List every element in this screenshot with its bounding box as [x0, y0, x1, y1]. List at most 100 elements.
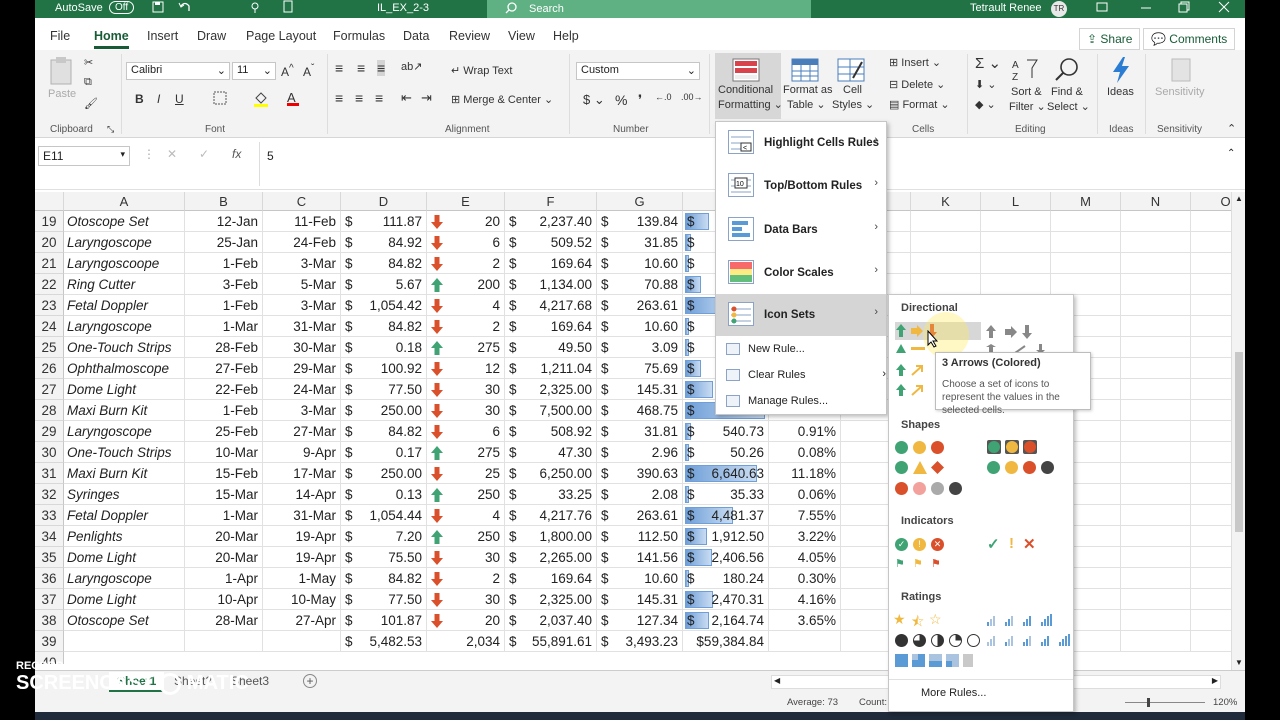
- cell-tax[interactable]: $127.34: [597, 610, 683, 631]
- row-header[interactable]: 26: [35, 358, 64, 379]
- user-name[interactable]: Tetrault Renee: [970, 2, 1042, 14]
- cell-item-name[interactable]: Laryngoscope: [64, 316, 185, 337]
- cell-tax[interactable]: $263.61: [597, 295, 683, 316]
- cell-due-date[interactable]: 24-Feb: [263, 232, 341, 253]
- cell-percent[interactable]: 7.55%: [769, 505, 841, 526]
- cell-tax[interactable]: $2.96: [597, 442, 683, 463]
- cell-item-name[interactable]: Dome Light: [64, 547, 185, 568]
- cell-empty[interactable]: [1121, 295, 1191, 316]
- cell-percent[interactable]: 4.16%: [769, 589, 841, 610]
- cell-due-date[interactable]: 29-Mar: [263, 358, 341, 379]
- cell-tax[interactable]: $31.81: [597, 421, 683, 442]
- cell-percent[interactable]: 11.18%: [769, 463, 841, 484]
- clear-icon[interactable]: ◆ ⌄: [975, 98, 996, 111]
- autosave-toggle[interactable]: Off: [109, 1, 135, 14]
- cell-empty[interactable]: [1121, 631, 1191, 652]
- tab-file[interactable]: File: [50, 29, 70, 43]
- undo-icon[interactable]: [178, 0, 192, 17]
- cell-empty[interactable]: [1051, 253, 1121, 274]
- increase-decimal-icon[interactable]: ←.0: [655, 92, 672, 102]
- row-header[interactable]: 28: [35, 400, 64, 421]
- close-icon[interactable]: [1217, 0, 1231, 17]
- delete-cells-button[interactable]: ⊟ Delete ⌄: [889, 78, 945, 91]
- cell-order-date[interactable]: 1-Mar: [185, 505, 263, 526]
- cell-total-tax[interactable]: $3,493.23: [597, 631, 683, 652]
- cell-empty[interactable]: [1191, 421, 1231, 442]
- cell-order-date[interactable]: 1-Feb: [185, 400, 263, 421]
- autosum-icon[interactable]: Σ ⌄: [975, 54, 1001, 72]
- italic-button[interactable]: I: [157, 92, 160, 106]
- column-header-g[interactable]: G: [597, 192, 683, 211]
- cell-tax[interactable]: $10.60: [597, 253, 683, 274]
- cell-empty[interactable]: [1121, 484, 1191, 505]
- cell-item-name[interactable]: Fetal Doppler: [64, 505, 185, 526]
- cell-empty[interactable]: [1191, 337, 1231, 358]
- name-box[interactable]: E11 ▾: [38, 146, 130, 166]
- cell-order-date[interactable]: 20-Mar: [185, 547, 263, 568]
- select-all-corner[interactable]: [35, 192, 64, 211]
- cell-unit-price[interactable]: $100.92: [341, 358, 427, 379]
- cell-empty[interactable]: [1191, 526, 1231, 547]
- cell-subtotal[interactable]: $1,800.00: [505, 526, 597, 547]
- menu-top-bottom-rules[interactable]: 10 Top/Bottom Rules ›: [716, 165, 886, 207]
- underline-button[interactable]: U: [175, 92, 184, 106]
- cell-empty[interactable]: [1191, 253, 1231, 274]
- expand-formula-icon[interactable]: ⌃: [1227, 148, 1235, 159]
- zoom-slider-thumb[interactable]: [1147, 698, 1150, 707]
- cell-empty[interactable]: [1121, 232, 1191, 253]
- cell-subtotal[interactable]: $508.92: [505, 421, 597, 442]
- cell-due-date[interactable]: 19-Apr: [263, 547, 341, 568]
- cell-empty[interactable]: [1121, 442, 1191, 463]
- cell-due-date[interactable]: 31-Mar: [263, 505, 341, 526]
- cell-tax[interactable]: $468.75: [597, 400, 683, 421]
- cell-subtotal[interactable]: $1,211.04: [505, 358, 597, 379]
- cell-quantity[interactable]: 275: [427, 442, 505, 463]
- ribbon-display-icon[interactable]: [1095, 0, 1109, 17]
- row-header[interactable]: 37: [35, 589, 64, 610]
- cell-due-date[interactable]: 27-Apr: [263, 610, 341, 631]
- touch-mode-icon[interactable]: [248, 0, 262, 17]
- cell-tax[interactable]: $31.85: [597, 232, 683, 253]
- cell-item-name[interactable]: Dome Light: [64, 589, 185, 610]
- ideas-icon[interactable]: [1109, 56, 1133, 87]
- row-header[interactable]: 23: [35, 295, 64, 316]
- cell-item-name[interactable]: Laryngoscope: [64, 232, 185, 253]
- column-header-c[interactable]: C: [263, 192, 341, 211]
- cell-unit-price[interactable]: $0.13: [341, 484, 427, 505]
- minimize-icon[interactable]: [1139, 0, 1153, 17]
- comments-button[interactable]: 💬 Comments: [1143, 28, 1236, 50]
- cell-empty[interactable]: [1191, 442, 1231, 463]
- cell-empty[interactable]: [1191, 505, 1231, 526]
- row-header[interactable]: 19: [35, 211, 64, 232]
- cell-subtotal[interactable]: $1,134.00: [505, 274, 597, 295]
- cell-grand-total[interactable]: $59,384.84: [683, 631, 769, 652]
- cell-quantity[interactable]: 6: [427, 232, 505, 253]
- tab-draw[interactable]: Draw: [197, 29, 226, 43]
- cell-due-date[interactable]: 9-Apr: [263, 442, 341, 463]
- row-header[interactable]: 36: [35, 568, 64, 589]
- accounting-format-icon[interactable]: $ ⌄: [583, 92, 605, 108]
- cell-empty[interactable]: [911, 274, 981, 295]
- orientation-icon[interactable]: ab↗: [401, 60, 422, 73]
- cell-empty[interactable]: [1121, 274, 1191, 295]
- cell-unit-price[interactable]: $84.82: [341, 568, 427, 589]
- sensitivity-icon[interactable]: [1169, 56, 1193, 87]
- avatar[interactable]: TR: [1051, 1, 1067, 17]
- cell-order-date[interactable]: 15-Feb: [185, 463, 263, 484]
- cell-empty[interactable]: [981, 211, 1051, 232]
- cell-item-name[interactable]: Syringes: [64, 484, 185, 505]
- cell-empty[interactable]: [1191, 316, 1231, 337]
- cell-percent[interactable]: 0.06%: [769, 484, 841, 505]
- cell-tax[interactable]: $141.56: [597, 547, 683, 568]
- cell-quantity[interactable]: 30: [427, 400, 505, 421]
- cell-total[interactable]: $6,640.63: [683, 463, 769, 484]
- cell-due-date[interactable]: 30-Mar: [263, 337, 341, 358]
- column-header-a[interactable]: A: [64, 192, 185, 211]
- cell-empty[interactable]: [263, 631, 341, 652]
- cell-item-name[interactable]: One-Touch Strips: [64, 442, 185, 463]
- cell-quantity[interactable]: 2: [427, 568, 505, 589]
- cut-icon[interactable]: ✂: [84, 56, 93, 69]
- cell-unit-price[interactable]: $0.17: [341, 442, 427, 463]
- column-header-k[interactable]: K: [911, 192, 981, 211]
- fill-color-icon[interactable]: [253, 91, 269, 110]
